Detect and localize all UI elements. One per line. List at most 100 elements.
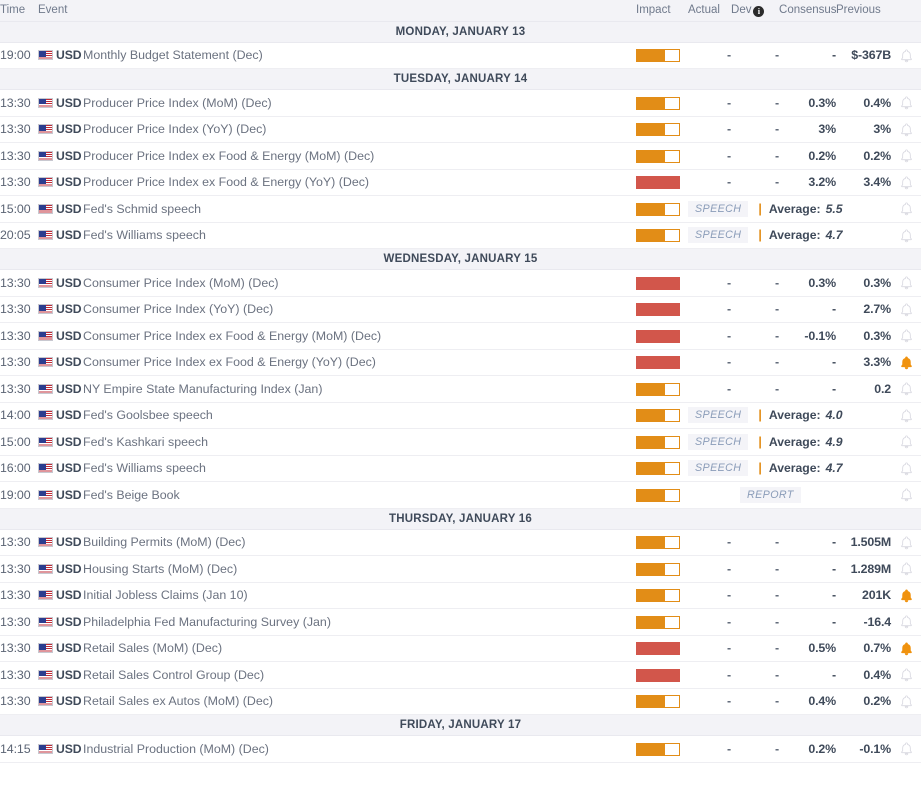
- impact-bar-high: [636, 276, 681, 290]
- event-name[interactable]: Philadelphia Fed Manufacturing Survey (J…: [83, 608, 637, 636]
- alert-toggle[interactable]: [891, 735, 921, 763]
- event-name[interactable]: Producer Price Index (MoM) (Dec): [83, 89, 637, 117]
- alert-toggle[interactable]: [891, 529, 921, 556]
- alert-bell-icon[interactable]: [900, 276, 913, 290]
- event-row[interactable]: 13:30 USD Housing Starts (MoM) (Dec) - - -1.2…: [0, 555, 921, 583]
- event-name[interactable]: Consumer Price Index ex Food & Energy (M…: [83, 322, 637, 350]
- alert-toggle[interactable]: [891, 661, 921, 689]
- alert-toggle[interactable]: [891, 269, 921, 297]
- event-row[interactable]: 13:30 USD Philadelphia Fed Manufacturing S…: [0, 608, 921, 636]
- event-name[interactable]: Fed's Williams speech: [83, 222, 637, 249]
- event-name[interactable]: Producer Price Index (YoY) (Dec): [83, 116, 637, 143]
- alert-toggle[interactable]: [891, 42, 921, 69]
- event-name[interactable]: Consumer Price Index ex Food & Energy (Y…: [83, 349, 637, 376]
- alert-bell-icon[interactable]: [900, 382, 913, 396]
- event-row[interactable]: 13:30 USD Building Permits (MoM) (Dec) - - -1…: [0, 529, 921, 556]
- event-row[interactable]: 16:00 USD Fed's Williams speech SPEECH | Aver…: [0, 455, 921, 482]
- event-name[interactable]: Retail Sales Control Group (Dec): [83, 661, 637, 689]
- event-row[interactable]: 13:30 USD Retail Sales Control Group (Dec)…: [0, 661, 921, 689]
- alert-bell-icon[interactable]: [900, 742, 913, 756]
- alert-toggle[interactable]: [891, 555, 921, 583]
- event-name[interactable]: Fed's Goolsbee speech: [83, 402, 637, 429]
- event-row[interactable]: 13:30 USD Consumer Price Index (MoM) (Dec)…: [0, 269, 921, 297]
- event-name[interactable]: Fed's Schmid speech: [83, 195, 637, 223]
- event-row[interactable]: 13:30 USD NY Empire State Manufacturing In…: [0, 375, 921, 403]
- alert-toggle[interactable]: [891, 402, 921, 429]
- alert-toggle[interactable]: [891, 169, 921, 196]
- event-row[interactable]: 13:30 USD Producer Price Index (YoY) (Dec)…: [0, 116, 921, 143]
- alert-toggle[interactable]: [891, 688, 921, 715]
- alert-toggle[interactable]: [891, 635, 921, 662]
- alert-bell-icon[interactable]: [900, 123, 913, 137]
- event-row[interactable]: 13:30 USD Retail Sales (MoM) (Dec) - -0.5% 0.…: [0, 635, 921, 662]
- event-row[interactable]: 19:00 USD Fed's Beige Book REPORT: [0, 481, 921, 509]
- event-row[interactable]: 13:30 USD Consumer Price Index ex Food & E…: [0, 322, 921, 350]
- alert-toggle[interactable]: [891, 195, 921, 223]
- alert-toggle[interactable]: [891, 428, 921, 456]
- alert-toggle[interactable]: [891, 481, 921, 509]
- alert-toggle[interactable]: [891, 455, 921, 482]
- alert-bell-icon[interactable]: [900, 695, 913, 709]
- event-name[interactable]: NY Empire State Manufacturing Index (Jan…: [83, 375, 637, 403]
- alert-bell-icon[interactable]: [900, 589, 913, 603]
- alert-toggle[interactable]: [891, 222, 921, 249]
- alert-toggle[interactable]: [891, 608, 921, 636]
- event-name[interactable]: Initial Jobless Claims (Jan 10): [83, 582, 637, 609]
- alert-bell-icon[interactable]: [900, 229, 913, 243]
- alert-toggle[interactable]: [891, 322, 921, 350]
- alert-bell-icon[interactable]: [900, 615, 913, 629]
- alert-bell-icon[interactable]: [900, 202, 913, 216]
- event-name[interactable]: Fed's Williams speech: [83, 455, 637, 482]
- event-row[interactable]: 13:30 USD Consumer Price Index ex Food & E…: [0, 349, 921, 376]
- info-icon[interactable]: i: [753, 5, 765, 17]
- alert-bell-icon[interactable]: [900, 488, 913, 502]
- event-name[interactable]: Producer Price Index ex Food & Energy (Y…: [83, 169, 637, 196]
- event-name[interactable]: Fed's Kashkari speech: [83, 428, 637, 456]
- event-row[interactable]: 13:30 USD Producer Price Index (MoM) (Dec)…: [0, 89, 921, 117]
- alert-bell-icon[interactable]: [900, 536, 913, 550]
- alert-bell-icon[interactable]: [900, 562, 913, 576]
- alert-bell-icon[interactable]: [900, 176, 913, 190]
- event-name[interactable]: Consumer Price Index (YoY) (Dec): [83, 296, 637, 323]
- event-row[interactable]: 19:00 USD Monthly Budget Statement (Dec) - -…: [0, 42, 921, 69]
- event-name[interactable]: Building Permits (MoM) (Dec): [83, 529, 637, 556]
- alert-toggle[interactable]: [891, 582, 921, 609]
- event-row[interactable]: 20:05 USD Fed's Williams speech SPEECH | Aver…: [0, 222, 921, 249]
- alert-toggle[interactable]: [891, 142, 921, 170]
- event-row[interactable]: 13:30 USD Producer Price Index ex Food & E…: [0, 142, 921, 170]
- alert-bell-icon[interactable]: [900, 49, 913, 63]
- alert-bell-icon[interactable]: [900, 356, 913, 370]
- alert-toggle[interactable]: [891, 116, 921, 143]
- impact-indicator: [636, 481, 689, 509]
- alert-bell-icon[interactable]: [900, 96, 913, 110]
- alert-bell-icon[interactable]: [900, 409, 913, 423]
- alert-bell-icon[interactable]: [900, 462, 913, 476]
- alert-toggle[interactable]: [891, 296, 921, 323]
- alert-toggle[interactable]: [891, 375, 921, 403]
- event-name[interactable]: Monthly Budget Statement (Dec): [83, 42, 637, 69]
- alert-toggle[interactable]: [891, 349, 921, 376]
- alert-bell-icon[interactable]: [900, 329, 913, 343]
- event-row[interactable]: 14:15 USD Industrial Production (MoM) (Dec…: [0, 735, 921, 763]
- alert-bell-icon[interactable]: [900, 642, 913, 656]
- event-row[interactable]: 14:00 USD Fed's Goolsbee speech SPEECH | Aver…: [0, 402, 921, 429]
- event-name[interactable]: Retail Sales (MoM) (Dec): [83, 635, 637, 662]
- event-name[interactable]: Housing Starts (MoM) (Dec): [83, 555, 637, 583]
- alert-bell-icon[interactable]: [900, 149, 913, 163]
- event-row[interactable]: 13:30 USD Consumer Price Index (YoY) (Dec)…: [0, 296, 921, 323]
- event-row[interactable]: 15:00 USD Fed's Schmid speech SPEECH | Averag…: [0, 195, 921, 223]
- event-name[interactable]: Producer Price Index ex Food & Energy (M…: [83, 142, 637, 170]
- alert-bell-icon[interactable]: [900, 303, 913, 317]
- impact-bar-high: [636, 668, 681, 682]
- event-name[interactable]: Fed's Beige Book: [83, 481, 637, 509]
- alert-bell-icon[interactable]: [900, 435, 913, 449]
- event-name[interactable]: Retail Sales ex Autos (MoM) (Dec): [83, 688, 637, 715]
- event-row[interactable]: 13:30 USD Producer Price Index ex Food & E…: [0, 169, 921, 196]
- event-name[interactable]: Industrial Production (MoM) (Dec): [83, 735, 637, 763]
- event-name[interactable]: Consumer Price Index (MoM) (Dec): [83, 269, 637, 297]
- event-row[interactable]: 15:00 USD Fed's Kashkari speech SPEECH | Aver…: [0, 428, 921, 456]
- alert-bell-icon[interactable]: [900, 668, 913, 682]
- event-row[interactable]: 13:30 USD Retail Sales ex Autos (MoM) (Dec…: [0, 688, 921, 715]
- event-row[interactable]: 13:30 USD Initial Jobless Claims (Jan 10) -…: [0, 582, 921, 609]
- alert-toggle[interactable]: [891, 89, 921, 117]
